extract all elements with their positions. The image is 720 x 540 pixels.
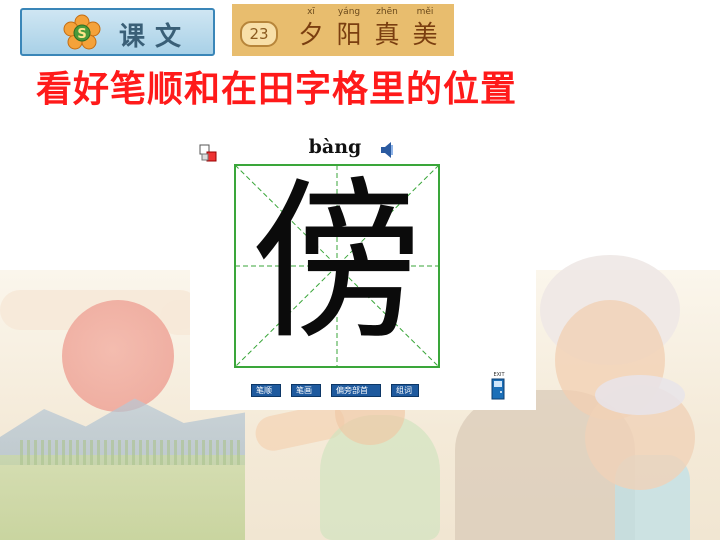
lesson-title-char: měi 美 [410, 6, 440, 52]
background-grass [20, 440, 240, 465]
speaker-icon[interactable] [380, 141, 394, 159]
exit-door-icon[interactable] [490, 372, 506, 400]
instruction-headline: 看好笔顺和在田字格里的位置 [36, 69, 518, 110]
resize-icon[interactable] [199, 144, 217, 162]
lesson-title-banner: 23 xī 夕 yáng 阳 zhēn 真 měi 美 [232, 4, 454, 56]
title-hanzi: 美 [412, 20, 438, 49]
stroke-order-button[interactable]: 笔顺 [251, 384, 281, 397]
background-field [0, 455, 245, 540]
title-pinyin: měi [416, 7, 434, 17]
title-pinyin: yáng [337, 7, 361, 17]
word-group-button[interactable]: 组词 [391, 384, 419, 397]
lesson-number: 23 [240, 21, 278, 47]
title-hanzi: 真 [374, 20, 400, 49]
strokes-button[interactable]: 笔画 [291, 384, 321, 397]
kewen-label: 课文 [119, 22, 192, 52]
lesson-title: xī 夕 yáng 阳 zhēn 真 měi 美 [296, 6, 440, 52]
svg-text:S: S [77, 27, 86, 42]
kewen-badge: S 课文 [20, 8, 215, 56]
flower-icon: S [63, 14, 101, 50]
practice-character: 傍 [251, 162, 423, 363]
title-hanzi: 阳 [336, 20, 362, 49]
lesson-title-char: xī 夕 [296, 6, 326, 52]
title-hanzi: 夕 [298, 20, 324, 49]
background-sun [62, 300, 174, 412]
radical-button[interactable]: 偏旁部首 [331, 384, 381, 397]
control-buttons: 笔顺 笔画 偏旁部首 组词 [251, 384, 419, 397]
lesson-title-char: zhēn 真 [372, 6, 402, 52]
title-pinyin: xī [307, 7, 315, 17]
lesson-title-char: yáng 阳 [334, 6, 364, 52]
background-grandmother-hair [595, 375, 685, 415]
title-pinyin: zhēn [376, 7, 398, 17]
character-pinyin: bàng [308, 136, 362, 158]
